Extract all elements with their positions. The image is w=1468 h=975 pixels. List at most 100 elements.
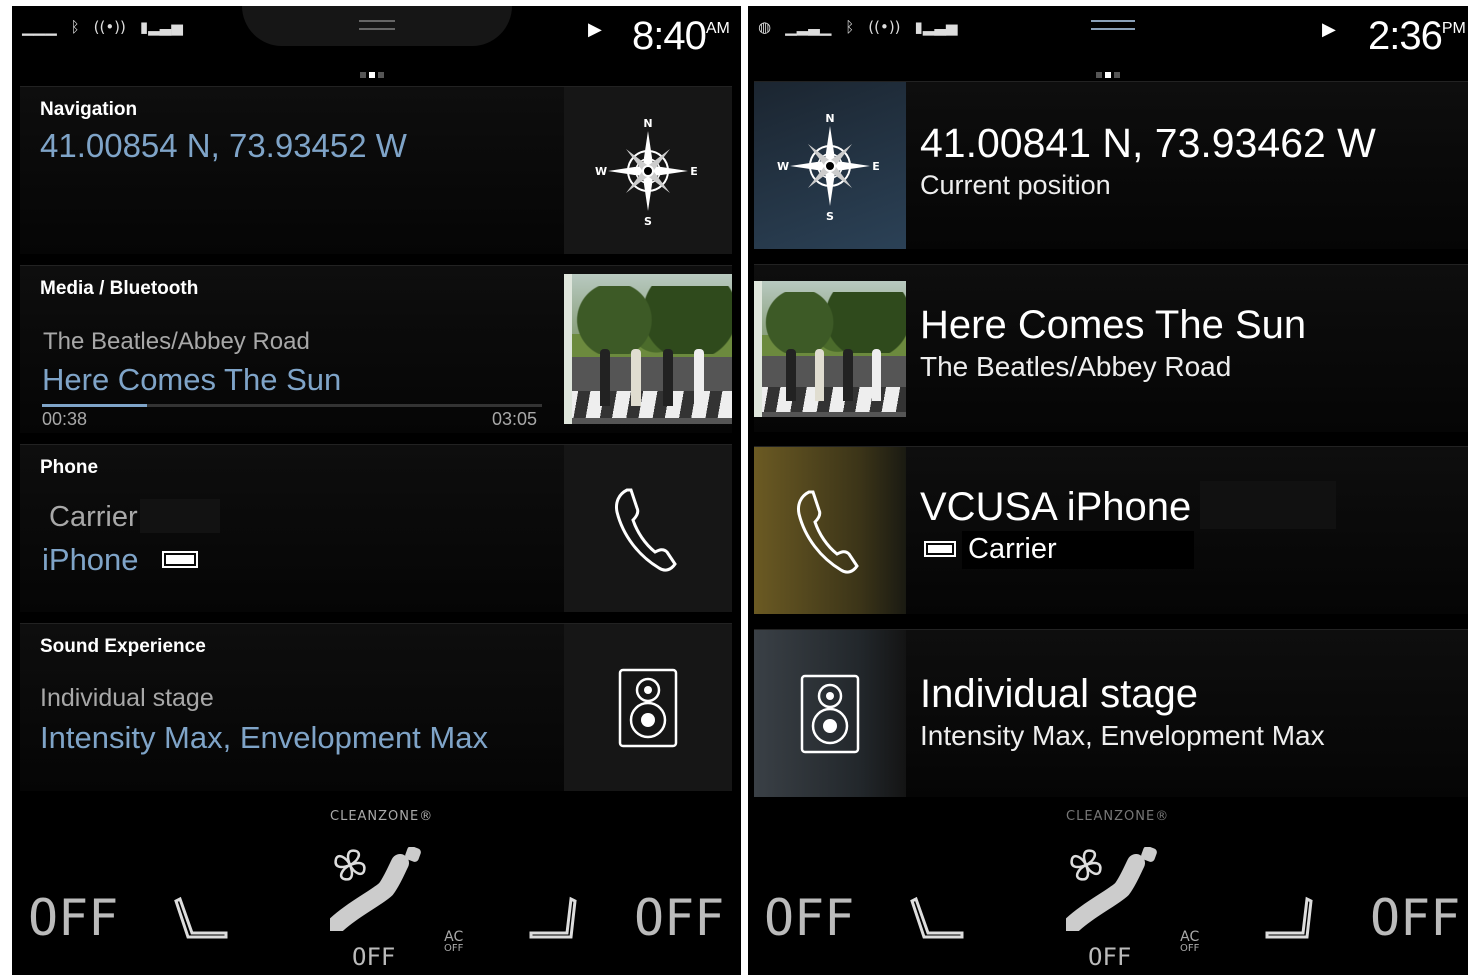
phone-tile[interactable]: Phone Carrier iPhone [20,444,732,612]
seat-airflow-icon[interactable] [1066,847,1166,931]
compass-s: S [826,210,834,222]
play-icon: ▶ [588,19,602,39]
climate-bar: CLEANZONE® OFF OFF AC OFF OFF [12,795,741,975]
fan-status: OFF [1088,943,1132,971]
cleanzone-label[interactable]: CLEANZONE® [330,809,433,824]
phone-handset-icon [615,488,677,572]
compass-icon: N S E W [777,112,880,222]
seat-airflow-icon[interactable] [330,847,430,931]
seat-heat-left-icon[interactable] [174,895,230,941]
media-artist-album: The Beatles/Abbey Road [920,351,1232,382]
globe-icon: ◍ [758,18,772,36]
right-temperature[interactable]: OFF [634,889,724,947]
compass-w: W [777,160,789,173]
tile-title: Phone [40,457,99,478]
left-temperature[interactable]: OFF [28,889,118,947]
media-tile[interactable]: Here Comes The Sun The Beatles/Abbey Roa… [754,264,1468,432]
drag-handle[interactable] [359,20,395,30]
bluetooth-icon: ᛒ [845,18,855,36]
sound-experience-tile[interactable]: Individual stage Intensity Max, Envelopm… [754,629,1468,797]
tile-title: Sound Experience [40,636,206,657]
media-track-title: Here Comes The Sun [42,362,342,397]
bluetooth-icon: ᛒ [70,18,80,36]
climate-bar: CLEANZONE® OFF OFF AC OFF OFF [748,795,1468,975]
compass-icon: N S E W [595,117,698,227]
battery-icon [162,551,198,568]
clock-time: 2:36 [1368,14,1443,58]
cleanzone-label[interactable]: CLEANZONE® [1066,809,1169,824]
seat-heat-right-icon[interactable] [527,895,577,941]
ac-state: OFF [1180,943,1200,954]
media-progress-track[interactable] [42,404,542,407]
sound-mode: Individual stage [920,672,1198,716]
phone-device-name: VCUSA iPhone [920,485,1192,529]
compass-e: E [872,160,880,173]
clock-time: 8:40 [632,14,707,58]
sound-settings: Intensity Max, Envelopment Max [40,720,488,755]
media-artist-album: The Beatles/Abbey Road [43,328,310,355]
clock-suffix: PM [1441,20,1466,37]
left-screen: ▁▁▁ ᛒ ((•)) ▮▂▃▅ ▶ 8:40AM Navigation 41.… [12,6,741,975]
sound-icon-panel[interactable] [564,624,732,791]
sound-experience-tile[interactable]: Sound Experience Individual stage Intens… [20,623,732,791]
navigation-tile[interactable]: Navigation 41.00854 N, 73.93452 W N S E … [20,86,732,254]
hotspot-icon: ((•)) [93,18,126,36]
seat-heat-left-icon[interactable] [910,895,966,941]
speaker-icon [800,674,860,753]
sound-icon-panel[interactable] [754,630,906,797]
left-temperature[interactable]: OFF [764,889,854,947]
speaker-icon [618,668,678,747]
media-duration: 03:05 [492,409,538,429]
tile-title: Navigation [40,99,138,120]
page-indicator [360,72,384,78]
ac-button[interactable]: AC OFF [1180,930,1200,955]
phone-handset-icon [797,490,859,574]
navigation-tile[interactable]: N S E W 41.00841 N, 73.93462 W Current p… [754,81,1468,249]
phone-carrier: Carrier [49,501,138,533]
nav-icon-panel[interactable]: N S E W [754,82,906,249]
page-indicator [1096,72,1120,78]
fan-status: OFF [352,943,396,971]
compass-s: S [644,215,652,227]
cellular-signal-icon: ▮▂▃▅ [914,18,958,36]
album-art[interactable] [754,281,906,417]
status-icons: ◍ ▁▂▃▁ ᛒ ((•)) ▮▂▃▅ [758,18,957,36]
sound-settings: Intensity Max, Envelopment Max [920,720,1325,751]
album-art[interactable] [564,274,732,424]
nav-coordinates: 41.00841 N, 73.93462 W [920,120,1376,166]
compass-w: W [595,165,607,178]
right-screen: ◍ ▁▂▃▁ ᛒ ((•)) ▮▂▃▅ ▶ 2:36PM N S E W 41.… [748,6,1468,975]
nav-subtitle: Current position [920,170,1111,200]
status-bar: ▁▁▁ ᛒ ((•)) ▮▂▃▅ ▶ 8:40AM [12,6,741,78]
tile-title: Media / Bluetooth [40,278,199,299]
drag-handle[interactable] [1091,20,1135,30]
compass-e: E [690,165,698,178]
compass-n: N [825,112,834,125]
seat-heat-right-icon[interactable] [1263,895,1313,941]
media-track-title: Here Comes The Sun [920,303,1307,347]
status-icons: ▁▁▁ ᛒ ((•)) ▮▂▃▅ [22,18,183,36]
media-progress-fill [42,404,147,407]
redacted-block [1200,481,1336,529]
compass-n: N [643,117,652,130]
phone-icon-panel[interactable] [564,445,732,612]
cellular-signal-icon: ▮▂▃▅ [139,18,183,36]
media-tile[interactable]: Media / Bluetooth The Beatles/Abbey Road… [20,265,732,433]
status-bar: ◍ ▁▂▃▁ ᛒ ((•)) ▮▂▃▅ ▶ 2:36PM [748,6,1468,78]
clock: 2:36PM [1368,14,1466,59]
media-elapsed-time: 00:38 [42,409,88,429]
hotspot-icon: ((•)) [868,18,901,36]
phone-icon-panel[interactable] [754,447,906,614]
ac-button[interactable]: AC OFF [444,930,463,955]
sound-mode: Individual stage [40,684,214,712]
signal-weak-icon: ▁▁▁ [22,18,57,36]
right-temperature[interactable]: OFF [1370,889,1460,947]
nav-icon-panel[interactable]: N S E W [564,87,732,254]
clock: 8:40AM [632,14,730,59]
play-icon: ▶ [1322,19,1336,39]
signal-icon: ▁▂▃▁ [785,18,832,36]
phone-tile[interactable]: VCUSA iPhone Carrier [754,446,1468,614]
redacted-block [140,499,220,533]
phone-device-name: iPhone [42,542,139,577]
nav-coordinates: 41.00854 N, 73.93452 W [40,127,407,164]
